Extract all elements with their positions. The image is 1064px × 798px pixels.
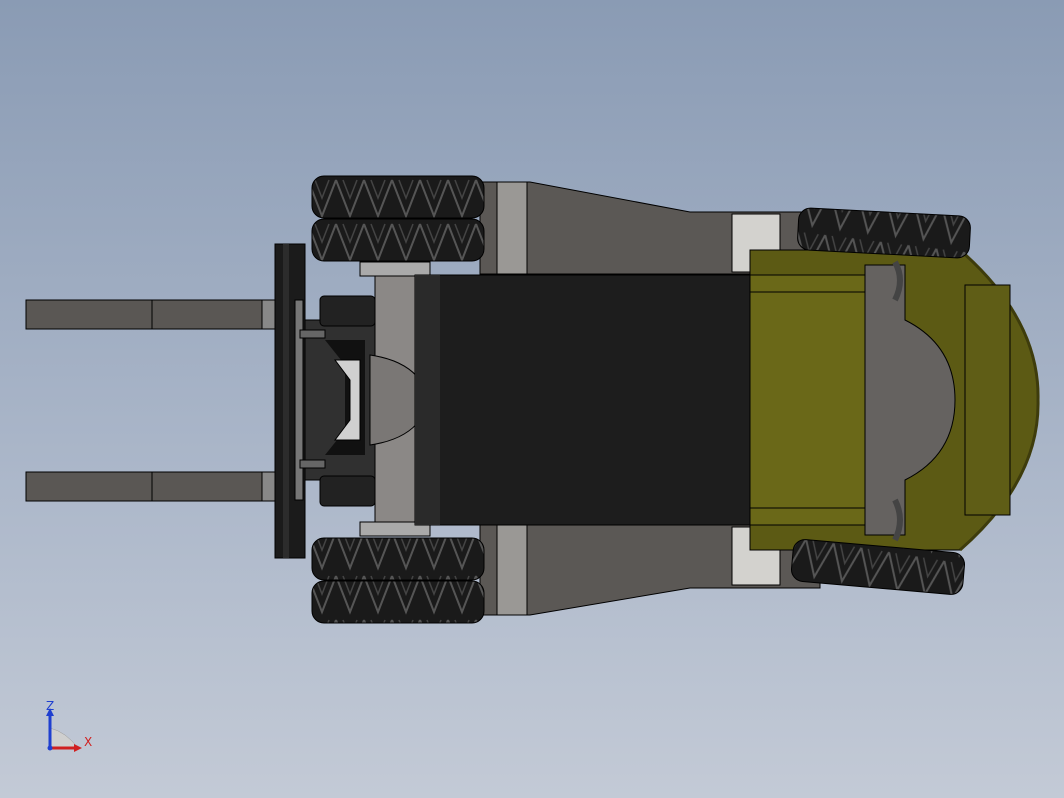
counterweight: [749, 248, 1040, 552]
front-tire-upper-outer: [311, 175, 485, 219]
coordinate-triad: Z X: [38, 698, 102, 758]
chassis-body: [414, 274, 756, 526]
fork-lower: [25, 471, 281, 502]
forklift-top-view-model[interactable]: [0, 0, 1064, 798]
front-tire-upper-inner: [311, 218, 485, 262]
z-axis-label: Z: [46, 699, 55, 713]
fork-upper: [25, 299, 281, 330]
cad-viewport[interactable]: Z X: [0, 0, 1064, 798]
fork-carriage: [274, 243, 306, 559]
front-tire-lower-inner: [311, 537, 485, 581]
mast-assembly: [299, 295, 376, 507]
rear-tire-upper: [797, 207, 971, 259]
x-axis-label: X: [84, 735, 93, 749]
front-tire-lower-outer: [311, 580, 485, 624]
